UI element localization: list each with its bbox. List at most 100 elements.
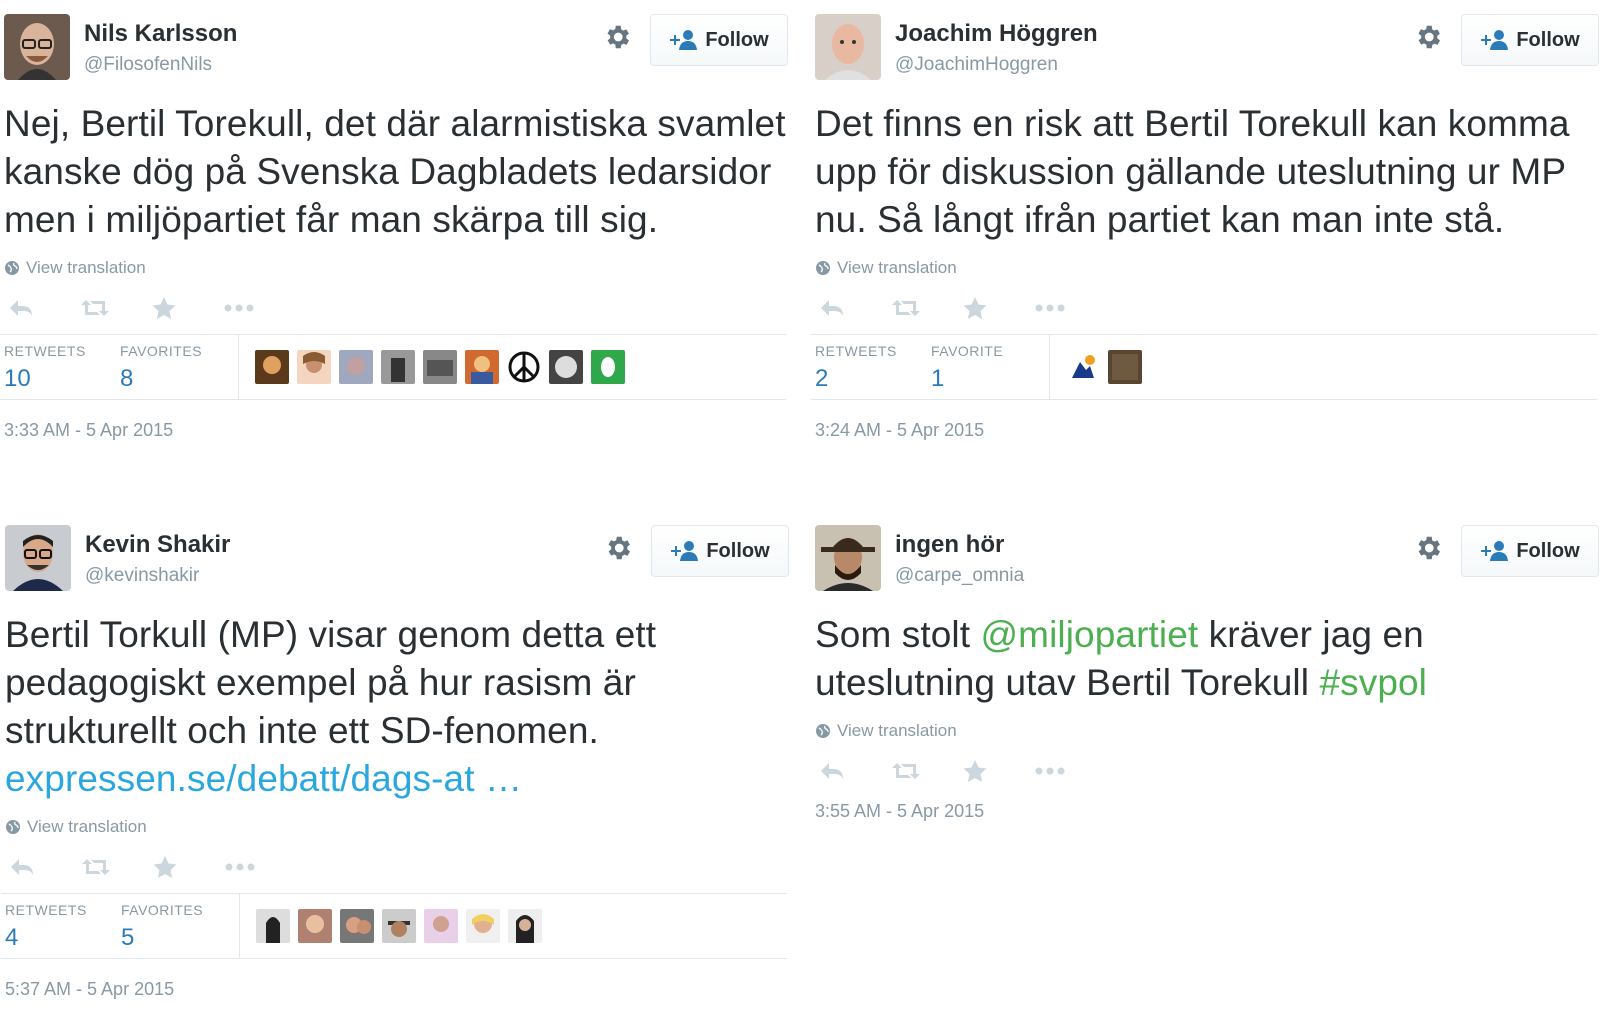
favorite-star-icon [153,856,177,878]
user-handle[interactable]: @FilosofenNils [84,54,212,76]
retweet-button[interactable] [80,294,152,322]
favoriter-avatar[interactable] [1108,350,1142,384]
more-button[interactable] [224,294,296,322]
tweet-text-part: Som stolt [815,614,981,655]
tweet-header: Joachim Höggren @JoachimHoggren Follow [811,0,1600,80]
reply-button[interactable] [819,294,891,322]
tweet-header: ingen hör @carpe_omnia Follow [811,511,1600,591]
favorite-button[interactable] [963,294,1035,322]
retweets-stat[interactable]: RETWEETS 2 [811,335,927,399]
more-icon [224,304,254,312]
favoriter-avatar[interactable] [382,909,416,943]
favoriter-avatar[interactable] [508,909,542,943]
retweets-count: 10 [4,365,31,392]
tweet-actions [819,755,1600,787]
view-translation-link[interactable]: View translation [815,256,1600,280]
tweet-timestamp[interactable]: 3:24 AM - 5 Apr 2015 [815,420,1600,441]
retweets-stat[interactable]: RETWEETS 10 [0,335,116,399]
view-translation-label: View translation [837,258,957,277]
favoriter-avatar[interactable] [255,350,289,384]
favoriter-avatar[interactable] [256,909,290,943]
tweet-card: Kevin Shakir @kevinshakir Follow Bertil … [1,511,791,1000]
tweet-timestamp[interactable]: 3:55 AM - 5 Apr 2015 [815,801,1600,822]
retweet-button[interactable] [891,757,963,785]
avatar[interactable] [815,14,881,80]
retweets-stat[interactable]: RETWEETS 4 [1,894,117,958]
favorite-button[interactable] [963,757,1035,785]
view-translation-link[interactable]: View translation [5,815,791,839]
favoriter-avatar[interactable] [297,350,331,384]
tweet-header: Nils Karlsson @FilosofenNils Follow [0,0,790,80]
retweet-button[interactable] [81,853,153,881]
favorites-stat[interactable]: FAVORITES 8 [116,335,232,399]
view-translation-link[interactable]: View translation [815,719,1600,743]
favorites-stat[interactable]: FAVORITES 5 [117,894,233,958]
gear-icon[interactable] [1413,22,1443,52]
follow-person-icon [670,30,698,50]
tweet-text: Bertil Torkull (MP) visar genom detta et… [5,611,791,803]
display-name[interactable]: Nils Karlsson [84,20,237,48]
favoriter-avatar[interactable] [465,350,499,384]
more-icon [1035,767,1065,775]
favoriter-avatar[interactable] [466,909,500,943]
view-translation-label: View translation [27,817,147,836]
user-handle[interactable]: @kevinshakir [85,565,199,587]
follow-button[interactable]: Follow [650,14,788,66]
more-button[interactable] [225,853,297,881]
user-handle[interactable]: @JoachimHoggren [895,54,1058,76]
avatar[interactable] [815,525,881,591]
retweets-label: RETWEETS [5,902,87,918]
favoriter-avatar[interactable] [340,909,374,943]
follow-label: Follow [1516,539,1580,562]
favoriter-avatar[interactable] [423,350,457,384]
more-button[interactable] [1035,757,1107,785]
tweet-timestamp[interactable]: 5:37 AM - 5 Apr 2015 [5,979,791,1000]
follow-button[interactable]: Follow [1461,14,1599,66]
favoriter-avatar[interactable] [591,350,625,384]
retweet-button[interactable] [891,294,963,322]
user-handle[interactable]: @carpe_omnia [895,565,1024,587]
favoriter-avatar[interactable] [507,350,541,384]
favorite-star-icon [963,760,987,782]
tweet-timestamp[interactable]: 3:33 AM - 5 Apr 2015 [4,420,790,441]
reply-button[interactable] [8,294,80,322]
favorite-button[interactable] [152,294,224,322]
tweet-text: Nej, Bertil Torekull, det där alarmistis… [4,103,786,240]
more-button[interactable] [1035,294,1107,322]
retweet-icon [82,859,110,875]
tweet-actions [9,851,791,883]
follow-person-icon [1481,30,1509,50]
favorites-stat[interactable]: FAVORITE 1 [927,335,1043,399]
display-name[interactable]: Kevin Shakir [85,531,230,559]
favoriter-avatar[interactable] [339,350,373,384]
reply-icon [821,300,843,316]
follow-button[interactable]: Follow [651,525,789,577]
display-name[interactable]: Joachim Höggren [895,20,1098,48]
favorites-count: 5 [121,924,135,951]
favoriter-avatar[interactable] [298,909,332,943]
favoriter-avatar[interactable] [1066,350,1100,384]
favoriter-avatar[interactable] [549,350,583,384]
favorite-button[interactable] [153,853,225,881]
tweet-actions [819,292,1600,324]
hashtag-link[interactable]: #svpol [1319,662,1427,703]
retweet-icon [892,763,920,779]
follow-button[interactable]: Follow [1461,525,1599,577]
tweet-link[interactable]: expressen.se/debatt/dags-at … [5,755,791,803]
tweet-card: ingen hör @carpe_omnia Follow Som stolt … [811,511,1600,822]
gear-icon[interactable] [1413,533,1443,563]
favoriter-avatars [239,335,625,399]
gear-icon[interactable] [602,22,632,52]
favoriter-avatar[interactable] [381,350,415,384]
view-translation-link[interactable]: View translation [4,256,790,280]
mention-link[interactable]: @miljopartiet [981,614,1199,655]
retweets-count: 2 [815,365,829,392]
reply-button[interactable] [9,853,81,881]
reply-button[interactable] [819,757,891,785]
display-name[interactable]: ingen hör [895,531,1004,559]
avatar[interactable] [4,14,70,80]
gear-icon[interactable] [603,533,633,563]
globe-icon [5,261,19,275]
avatar[interactable] [5,525,71,591]
favoriter-avatar[interactable] [424,909,458,943]
